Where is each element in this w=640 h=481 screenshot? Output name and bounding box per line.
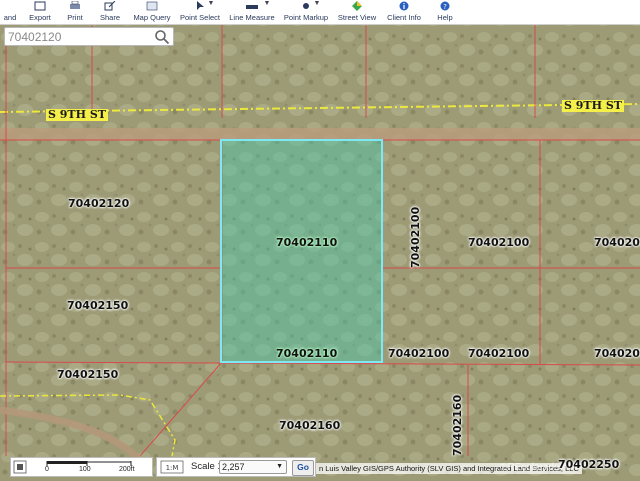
toolbar-print-button[interactable]: Print <box>62 0 88 24</box>
point-select-dropdown-icon[interactable]: ▼ <box>206 0 216 14</box>
scale-select[interactable]: 2,257 ▼ <box>219 460 287 474</box>
print-icon <box>70 1 80 9</box>
svg-text:1:M: 1:M <box>166 464 179 472</box>
line-measure-icon <box>246 5 258 9</box>
point-markup-icon <box>303 3 309 9</box>
toolbar-client-info-button[interactable]: Client Info <box>386 0 422 24</box>
scale-bar: 0 100 200ft <box>10 457 153 477</box>
toolbar-client-info-label: Client Info <box>387 13 421 22</box>
chevron-down-icon: ▼ <box>276 463 283 470</box>
parcel-label: 70402120 <box>68 197 130 210</box>
street-label: S 9TH ST <box>562 99 624 112</box>
toolbar-share-button[interactable]: Share <box>96 0 124 24</box>
parcel-label-selected: 70402110 <box>276 347 338 360</box>
parcel-label: 70402100 <box>409 206 422 268</box>
toolbar-print-label: Print <box>67 13 83 22</box>
parcel-search-input[interactable]: 70402120 <box>4 27 174 46</box>
toolbar-map-query-button[interactable]: Map Query <box>132 0 172 24</box>
parcel-label-selected: 70402110 <box>276 236 338 249</box>
export-icon <box>34 1 46 11</box>
share-icon <box>104 1 116 11</box>
line-measure-dropdown-icon[interactable]: ▼ <box>262 0 272 14</box>
scale-tick-label: 100 <box>79 466 91 473</box>
toolbar: and Export Print Share Map Query Point S… <box>0 0 640 25</box>
toolbar-help-label: Help <box>437 13 453 22</box>
toolbar-export-button[interactable]: Export <box>26 0 54 24</box>
street-view-icon <box>352 1 362 11</box>
toolbar-street-view-label: Street View <box>337 13 377 22</box>
client-info-icon <box>399 1 409 11</box>
point-markup-dropdown-icon[interactable]: ▼ <box>312 0 322 14</box>
parcel-label: 70402100 <box>388 347 450 360</box>
toolbar-point-markup-label: Point Markup <box>283 13 329 22</box>
go-button[interactable]: Go <box>292 460 314 476</box>
scale-tick-label: 0 <box>45 466 49 473</box>
parcel-label: 70402100 <box>468 236 530 249</box>
toolbar-legend-button[interactable]: and <box>0 0 20 24</box>
parcel-label: 70402150 <box>57 368 119 381</box>
scale-tool: 1:M Scale 1: 2,257 ▼ Go <box>156 457 316 477</box>
selected-parcel[interactable] <box>220 139 383 363</box>
toolbar-line-measure-label: Line Measure <box>229 13 275 22</box>
scale-ruler-icon: 1:M <box>160 460 184 474</box>
search-icon[interactable] <box>154 29 170 45</box>
toolbar-help-button[interactable]: ? Help <box>432 0 458 24</box>
street-label: S 9TH ST <box>46 108 108 121</box>
search-input-value: 70402120 <box>8 30 62 44</box>
parcel-label: 7040209 <box>594 236 640 249</box>
parcel-label: 7040209 <box>594 347 640 360</box>
scale-select-value: 2,257 <box>222 462 245 472</box>
parcel-label: 70402100 <box>468 347 530 360</box>
svg-text:?: ? <box>443 3 447 11</box>
parcel-label: 70402160 <box>451 394 464 456</box>
aerial-map[interactable] <box>0 24 640 480</box>
point-select-icon <box>197 1 204 10</box>
scale-tick-label: 200ft <box>119 466 135 473</box>
toolbar-export-label: Export <box>29 13 51 22</box>
toolbar-point-select-label: Point Select <box>179 13 221 22</box>
toolbar-share-label: Share <box>99 13 120 22</box>
toolbar-map-query-label: Map Query <box>133 13 171 22</box>
watermark: ©REcolorado <box>500 462 560 473</box>
toolbar-street-view-button[interactable]: Street View <box>336 0 378 24</box>
toolbar-point-markup-button[interactable]: Point Markup <box>282 0 330 24</box>
parcel-label: 70402250 <box>558 458 620 471</box>
help-icon: ? <box>440 1 450 11</box>
toolbar-legend-label: and <box>3 13 17 22</box>
parcel-label: 70402160 <box>279 419 341 432</box>
map-query-icon <box>146 1 158 11</box>
parcel-label: 70402150 <box>67 299 129 312</box>
